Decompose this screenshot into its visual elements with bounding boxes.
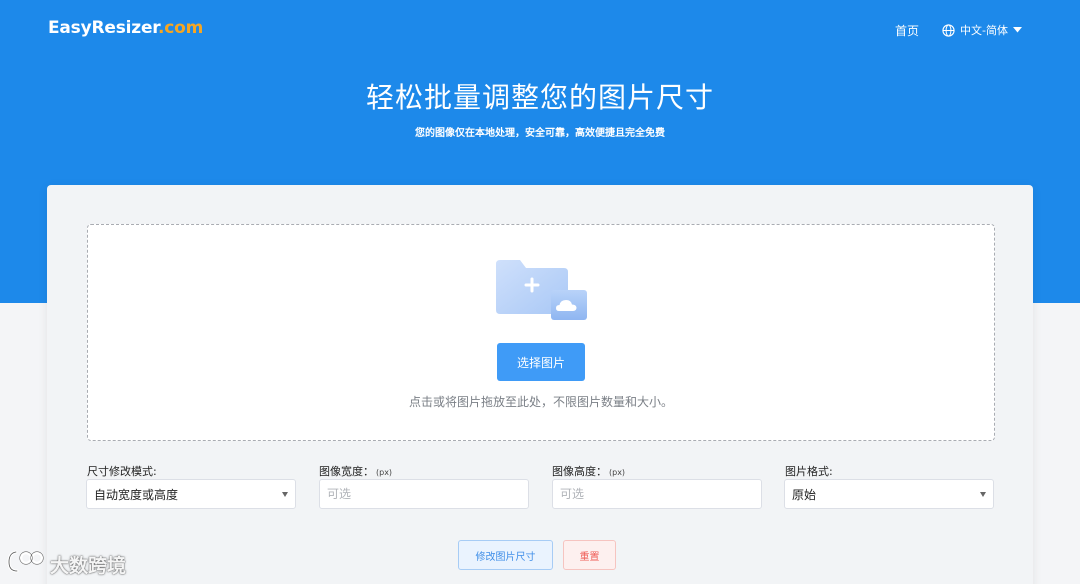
watermark: 大数跨境	[6, 549, 126, 579]
site-logo[interactable]: EasyResizer.com	[48, 18, 203, 38]
format-label: 图片格式:	[785, 463, 833, 479]
logo-main: EasyResizer	[48, 18, 159, 38]
language-label: 中文-简体	[960, 24, 1008, 37]
language-selector[interactable]: 中文-简体	[942, 21, 1022, 39]
upload-dropzone[interactable]: 选择图片 点击或将图片拖放至此处，不限图片数量和大小。	[87, 224, 995, 441]
mode-label-text: 尺寸修改模式:	[87, 465, 157, 478]
globe-icon	[942, 23, 955, 37]
top-nav: EasyResizer.com 首页 中文-简体	[0, 0, 1080, 60]
mode-select-value: 自动宽度或高度	[94, 487, 179, 502]
mode-select[interactable]: 自动宽度或高度	[86, 479, 296, 509]
logo-tld: .com	[158, 18, 204, 38]
format-label-text: 图片格式:	[785, 465, 833, 478]
nav-home-link[interactable]: 首页	[895, 22, 919, 39]
hero-subtitle: 您的图像仅在本地处理，安全可靠，高效便捷且完全免费	[415, 128, 665, 139]
hero-title: 轻松批量调整您的图片尺寸	[365, 81, 714, 114]
dropzone-hint: 点击或将图片拖放至此处，不限图片数量和大小。	[408, 395, 673, 409]
width-label: 图像宽度： (px)	[319, 463, 392, 479]
height-label-text: 图像高度：	[552, 465, 607, 478]
resize-images-button[interactable]: 修改图片尺寸	[458, 540, 553, 570]
caret-down-icon	[1012, 27, 1022, 33]
caret-down-icon	[282, 492, 288, 497]
reset-button[interactable]: 重置	[563, 540, 616, 570]
caret-down-icon	[980, 492, 986, 497]
select-images-button[interactable]: 选择图片	[497, 343, 585, 381]
height-unit: (px)	[609, 468, 626, 477]
mode-label: 尺寸修改模式:	[87, 463, 157, 479]
watermark-text: 大数跨境	[50, 554, 127, 577]
format-select-value: 原始	[792, 487, 817, 502]
height-label: 图像高度： (px)	[552, 463, 625, 479]
width-unit: (px)	[376, 468, 393, 477]
height-input[interactable]	[552, 479, 762, 509]
width-label-text: 图像宽度：	[319, 465, 374, 478]
format-select[interactable]: 原始	[784, 479, 994, 509]
folder-cloud-icon	[496, 260, 588, 326]
watermark-logo-icon	[6, 549, 46, 580]
width-input[interactable]	[319, 479, 529, 509]
